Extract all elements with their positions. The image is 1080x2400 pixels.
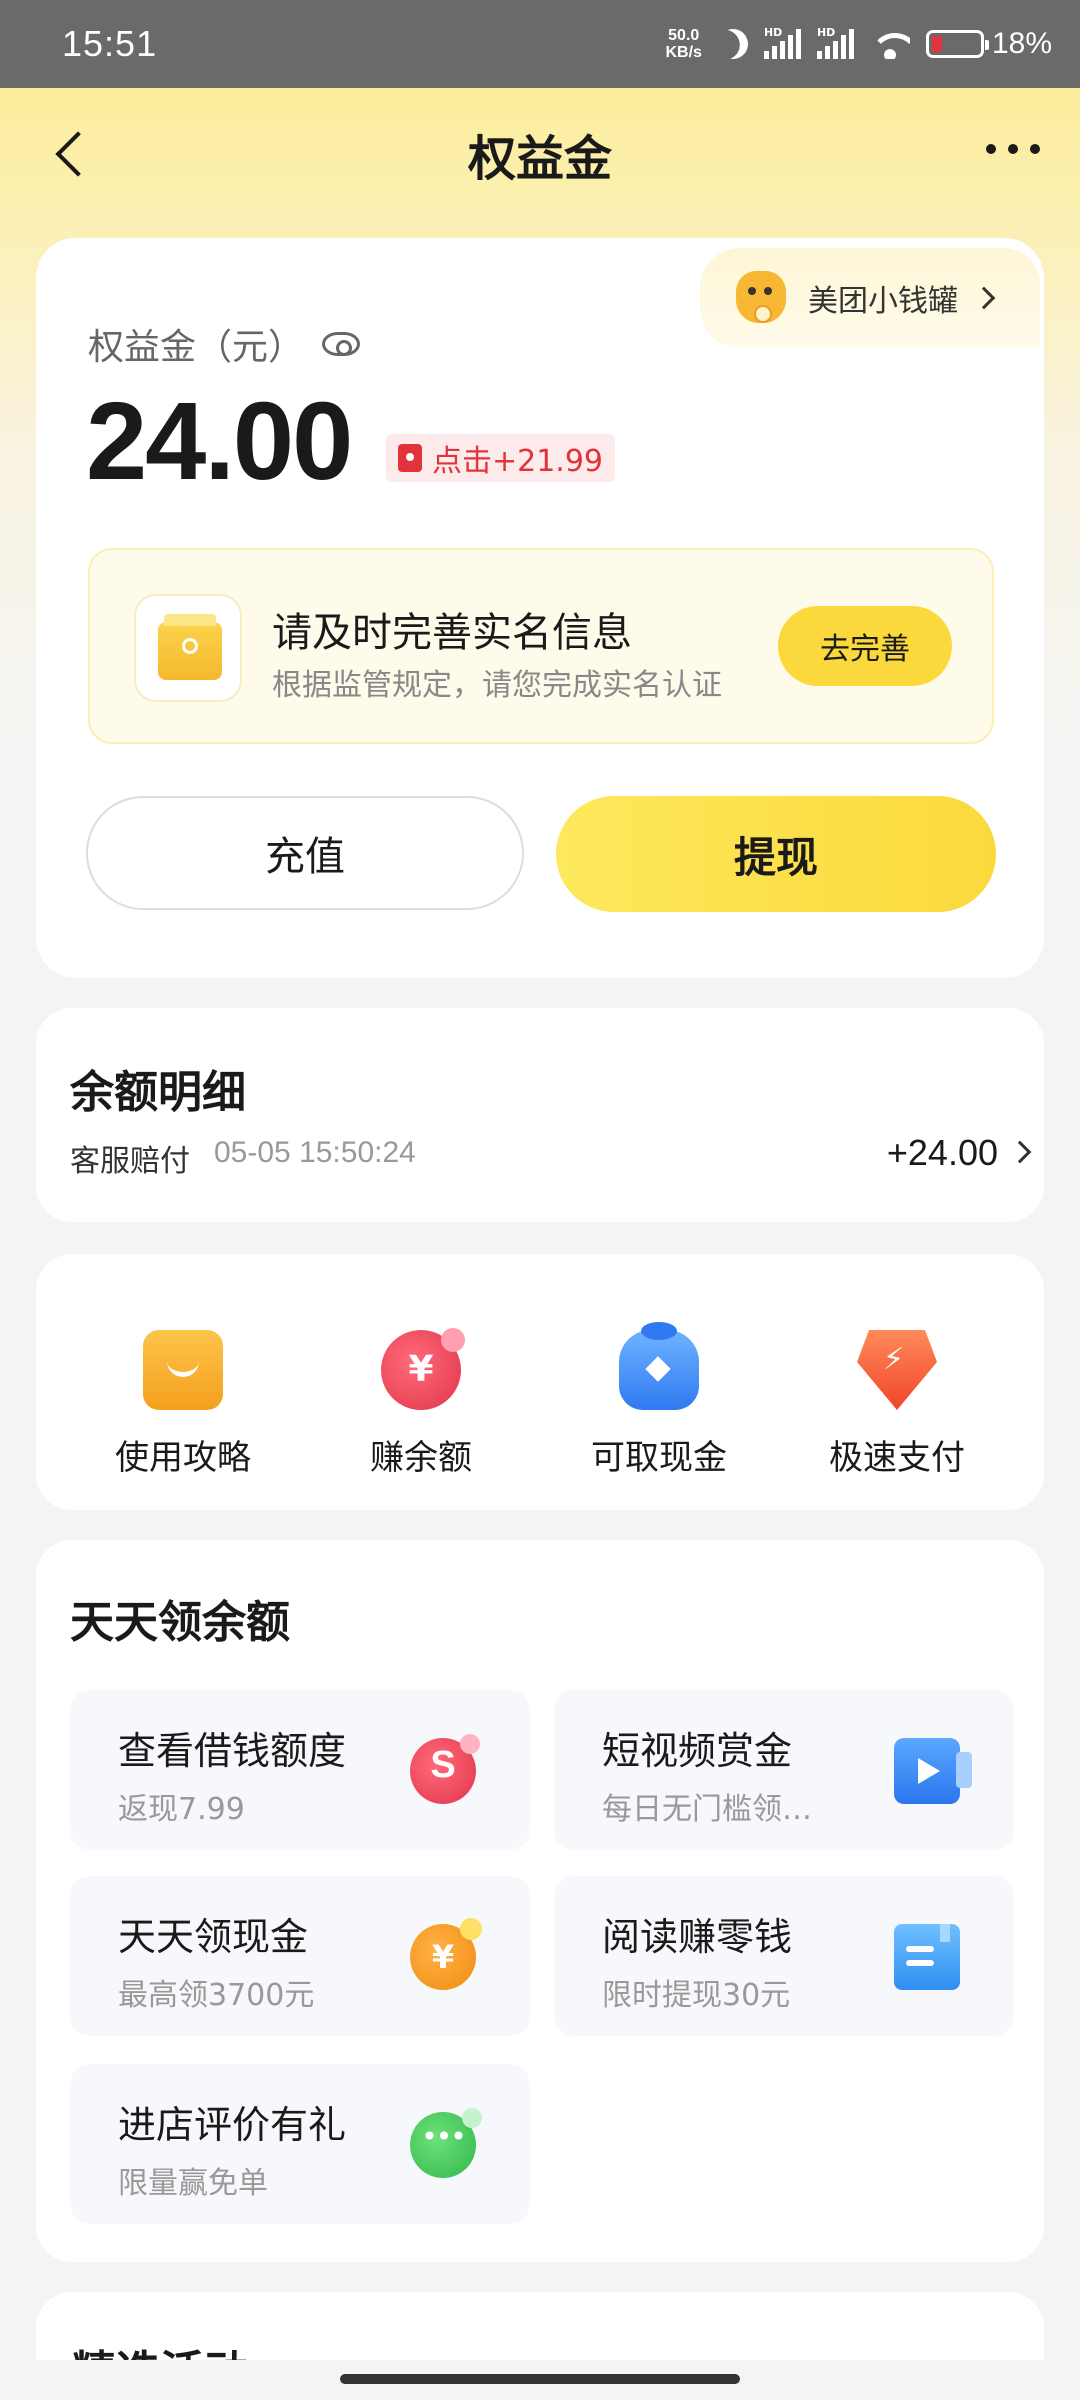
realname-title: 请及时完善实名信息 [272,610,632,656]
realname-subtitle: 根据监管规定，请您完成实名认证 [272,668,722,703]
recharge-button[interactable]: 充值 [86,796,524,910]
task-tile-short-video[interactable]: 短视频赏金 每日无门槛领… [554,1690,1014,1850]
quick-actions: 使用攻略 ¥ 赚余额 可取现金 极速支付 [36,1254,1044,1510]
quick-action-guide[interactable]: 使用攻略 [73,1254,293,1510]
detail-entry-amount: +24.00 [886,1132,998,1173]
hd-badge: HD [763,26,783,39]
task-subtitle: 最高领3700元 [118,1978,315,2013]
task-tile-store-review[interactable]: 进店评价有礼 限量赢免单 [70,2064,530,2224]
task-subtitle: 限时提现30元 [602,1978,791,2013]
signal-icon: HD [816,26,854,59]
quick-action-label: 可取现金 [591,1438,727,1478]
balance-detail-title: 余额明细 [70,1067,246,1118]
cash-bag-icon [619,1322,699,1410]
battery-indicator: 18% [925,27,1052,61]
bonus-badge[interactable]: 点击+21.99 [386,434,616,482]
home-indicator[interactable] [340,2374,740,2384]
signal-icon: HD [763,26,801,59]
hd-badge: HD [816,26,836,39]
balance-amount: 24.00 [86,380,353,503]
status-icons: 50.0 KB/s HD HD 18% [666,25,1053,63]
withdraw-button[interactable]: 提现 [556,796,996,912]
bonus-text: 点击+21.99 [432,444,604,479]
fast-pay-icon [857,1330,937,1410]
piggy-bank-label: 美团小钱罐 [808,284,958,319]
task-title: 天天领现金 [118,1915,309,1959]
task-title: 进店评价有礼 [118,2103,347,2147]
task-title: 阅读赚零钱 [602,1915,793,1959]
detail-entry-time: 05-05 15:50:24 [214,1136,416,1169]
task-tile-loan-quota[interactable]: 查看借钱额度 返现7.99 [70,1690,530,1850]
video-icon [894,1738,972,1804]
task-tile-daily-cash[interactable]: 天天领现金 最高领3700元 ¥ [70,1876,530,2036]
network-speed: 50.0 KB/s [666,27,702,61]
piggy-bank-link[interactable]: 美团小钱罐 [700,248,1040,348]
quick-action-earn-balance[interactable]: ¥ 赚余额 [311,1254,531,1510]
chat-icon [410,2108,482,2178]
task-title: 短视频赏金 [602,1729,793,1773]
task-subtitle: 返现7.99 [118,1792,245,1827]
page-title: 权益金 [467,131,612,187]
guide-icon [143,1330,223,1410]
red-packet-icon [398,444,422,472]
battery-icon [925,30,989,58]
task-title: 查看借钱额度 [118,1729,347,1773]
network-speed-unit: KB/s [665,44,702,61]
quick-action-label: 使用攻略 [115,1438,251,1478]
app-header: 权益金 [0,88,1080,220]
network-speed-value: 50.0 [668,27,700,44]
earn-balance-icon: ¥ [381,1328,465,1410]
detail-entry-label: 客服赔付 [70,1144,190,1179]
daily-earn-title: 天天领余额 [70,1597,290,1648]
wifi-icon [869,29,910,59]
piggy-bank-icon [728,265,794,331]
quick-action-withdrawable-cash[interactable]: 可取现金 [549,1254,769,1510]
loan-icon [410,1734,480,1804]
task-tile-reading[interactable]: 阅读赚零钱 限时提现30元 [554,1876,1014,2036]
coin-icon: ¥ [410,1918,482,1990]
quick-action-label: 赚余额 [370,1438,472,1478]
realname-banner: 请及时完善实名信息 根据监管规定，请您完成实名认证 去完善 [88,548,994,744]
do-not-disturb-icon [714,25,752,63]
balance-label-text: 权益金（元） [88,327,305,368]
quick-action-fast-pay[interactable]: 极速支付 [787,1254,1007,1510]
quick-action-label: 极速支付 [829,1438,965,1478]
eye-icon[interactable] [322,332,361,356]
back-arrow-icon[interactable] [44,124,100,184]
id-folder-icon [134,594,242,702]
status-bar: 15:51 50.0 KB/s HD HD 18% [0,0,1080,88]
chevron-right-icon [972,286,996,310]
book-icon [894,1924,960,1990]
task-subtitle: 每日无门槛领… [602,1792,812,1827]
balance-label: 权益金（元） [88,318,361,370]
status-time: 15:51 [62,23,158,64]
task-subtitle: 限量赢免单 [118,2166,268,2201]
complete-realname-button[interactable]: 去完善 [778,606,952,686]
battery-percent: 18% [991,27,1052,60]
more-options-icon[interactable] [986,144,1040,154]
